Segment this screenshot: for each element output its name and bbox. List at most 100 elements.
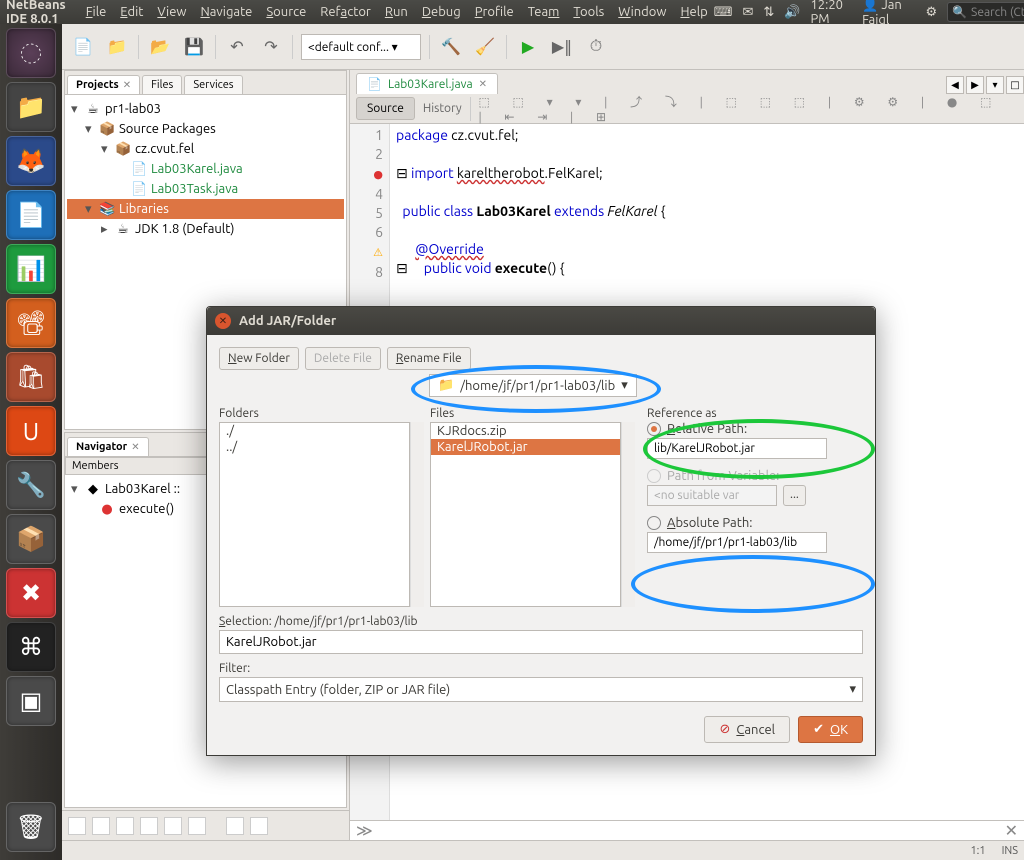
tab-services[interactable]: Services: [184, 75, 242, 94]
tab-navigator[interactable]: Navigator✕: [67, 437, 149, 456]
nav-back-icon[interactable]: ◀: [946, 76, 964, 94]
close-icon[interactable]: ✕: [215, 313, 231, 329]
editor-toolbar-icons[interactable]: ⬚ ⬚ ▾ ▾ | ⤴ ⤵ | ⬚ ⬚ ⬚ | ⚙ ⚙ | ● ⬚ | ⇤ ⇥ …: [478, 93, 1018, 124]
launcher-terminal-icon[interactable]: ⌘: [6, 622, 56, 672]
filter-icon[interactable]: [250, 817, 268, 835]
ok-button[interactable]: ✔ OK: [798, 716, 863, 743]
save-all-icon[interactable]: 💾: [181, 34, 207, 60]
nav-dropdown-icon[interactable]: ▾: [986, 76, 1004, 94]
menu-refactor[interactable]: Refactor: [314, 3, 377, 21]
indicator-power-icon[interactable]: ⚙: [925, 5, 937, 20]
run-icon[interactable]: ▶: [515, 34, 541, 60]
launcher-files-icon[interactable]: 📁: [6, 82, 56, 132]
menu-help[interactable]: Help: [674, 3, 713, 21]
launcher-xmind-icon[interactable]: ✖: [6, 568, 56, 618]
filter-icon[interactable]: [92, 817, 110, 835]
list-item[interactable]: KJRdocs.zip: [431, 423, 620, 439]
menu-debug[interactable]: Debug: [416, 3, 467, 21]
tree-libraries[interactable]: ▾📚Libraries: [67, 199, 344, 219]
absolute-path-input[interactable]: [647, 532, 827, 553]
launcher-virtualbox-icon[interactable]: ▣: [6, 676, 56, 726]
menu-edit[interactable]: Edit: [114, 3, 149, 21]
list-item[interactable]: ../: [220, 439, 409, 455]
undo-icon[interactable]: ↶: [224, 34, 250, 60]
selection-input[interactable]: [219, 630, 863, 654]
launcher-dropbox-icon[interactable]: 📦: [6, 514, 56, 564]
debug-icon[interactable]: ▶‖: [549, 34, 575, 60]
launcher-writer-icon[interactable]: 📄: [6, 190, 56, 240]
launcher-firefox-icon[interactable]: 🦊: [6, 136, 56, 186]
relative-path-input[interactable]: [647, 438, 827, 459]
filter-icon[interactable]: [226, 817, 244, 835]
history-view-button[interactable]: History: [423, 102, 462, 115]
menu-window[interactable]: Window: [612, 3, 672, 21]
menu-source[interactable]: Source: [260, 3, 312, 21]
profile-icon[interactable]: ⏱: [583, 34, 609, 60]
tree-project-root[interactable]: ▾☕pr1-lab03: [67, 99, 344, 119]
indicator-mail-icon[interactable]: ✉: [742, 5, 753, 20]
source-view-button[interactable]: Source: [356, 97, 415, 120]
tree-source-packages[interactable]: ▾📦Source Packages: [67, 119, 344, 139]
dialog-titlebar[interactable]: ✕ Add JAR/Folder: [207, 307, 875, 335]
indicator-sound-icon[interactable]: 🔊: [784, 5, 800, 20]
tab-files[interactable]: Files: [142, 75, 182, 94]
user-menu[interactable]: 👤 Jan Faigl: [862, 0, 915, 27]
launcher-dash-icon[interactable]: ◌: [6, 28, 56, 78]
clock[interactable]: 12:20 PM: [810, 0, 852, 26]
launcher-software-icon[interactable]: 🛍: [6, 352, 56, 402]
open-project-icon[interactable]: 📂: [147, 34, 173, 60]
menu-navigate[interactable]: Navigate: [194, 3, 258, 21]
list-item[interactable]: KarelJRobot.jar: [431, 439, 620, 455]
editor-close-x-icon[interactable]: ✕: [1005, 821, 1018, 840]
menu-run[interactable]: Run: [379, 3, 414, 21]
indicator-network-icon[interactable]: ⇅: [763, 5, 774, 20]
new-project-icon[interactable]: 📁: [104, 34, 130, 60]
tab-projects[interactable]: Projects✕: [67, 75, 140, 94]
menu-profile[interactable]: Profile: [469, 3, 520, 21]
indicator-keyboard-icon[interactable]: ⌨: [714, 5, 733, 20]
menu-team[interactable]: Team: [522, 3, 566, 21]
tree-file-task[interactable]: 📄Lab03Task.java: [67, 179, 344, 199]
launcher-calc-icon[interactable]: 📊: [6, 244, 56, 294]
launcher-settings-icon[interactable]: 🔧: [6, 460, 56, 510]
filter-icon[interactable]: [164, 817, 182, 835]
path-combo[interactable]: 📁 /home/jf/pr1/pr1-lab03/lib ▾: [429, 374, 637, 397]
folders-listbox[interactable]: ./ ../: [219, 422, 410, 607]
cancel-button[interactable]: ⊘ Cancel: [704, 716, 790, 743]
hscroll-left-icon[interactable]: ≫: [356, 821, 373, 840]
menu-file[interactable]: File: [80, 3, 113, 21]
browse-variable-button[interactable]: ...: [783, 485, 806, 506]
clean-build-icon[interactable]: 🧹: [472, 34, 498, 60]
filter-combo[interactable]: Classpath Entry (folder, ZIP or JAR file…: [219, 677, 863, 702]
ide-search[interactable]: 🔍 Search (Ctrl+I): [947, 2, 1024, 22]
files-listbox[interactable]: KJRdocs.zip KarelJRobot.jar: [430, 422, 621, 607]
build-icon[interactable]: 🔨: [438, 34, 464, 60]
scrollbar[interactable]: [410, 422, 424, 607]
launcher-trash-icon[interactable]: 🗑: [6, 802, 56, 852]
tree-file-karel[interactable]: 📄Lab03Karel.java: [67, 159, 344, 179]
filter-icon[interactable]: [140, 817, 158, 835]
maximize-icon[interactable]: □: [1006, 76, 1024, 94]
nav-forward-icon[interactable]: ▶: [966, 76, 984, 94]
relative-path-radio[interactable]: [647, 422, 661, 436]
rename-file-button[interactable]: Rename File: [387, 347, 471, 370]
close-icon[interactable]: ✕: [131, 441, 139, 453]
scrollbar[interactable]: [621, 422, 635, 607]
absolute-path-radio[interactable]: [647, 516, 661, 530]
tree-package[interactable]: ▾📦cz.cvut.fel: [67, 139, 344, 159]
new-file-icon[interactable]: 📄: [70, 34, 96, 60]
filter-icon[interactable]: [188, 817, 206, 835]
new-folder-button[interactable]: New Folder: [219, 347, 299, 370]
close-icon[interactable]: ✕: [479, 78, 487, 90]
redo-icon[interactable]: ↷: [258, 34, 284, 60]
close-icon[interactable]: ✕: [123, 79, 131, 91]
menu-tools[interactable]: Tools: [567, 3, 610, 21]
menu-view[interactable]: View: [151, 3, 192, 21]
tree-jdk[interactable]: ▸☕JDK 1.8 (Default): [67, 219, 344, 239]
list-item[interactable]: ./: [220, 423, 409, 439]
filter-icon[interactable]: [116, 817, 134, 835]
launcher-ubuntu-one-icon[interactable]: U: [6, 406, 56, 456]
launcher-impress-icon[interactable]: 📽: [6, 298, 56, 348]
filter-icon[interactable]: [68, 817, 86, 835]
editor-tab-lab03karel[interactable]: 📄 Lab03Karel.java ✕: [356, 73, 498, 94]
